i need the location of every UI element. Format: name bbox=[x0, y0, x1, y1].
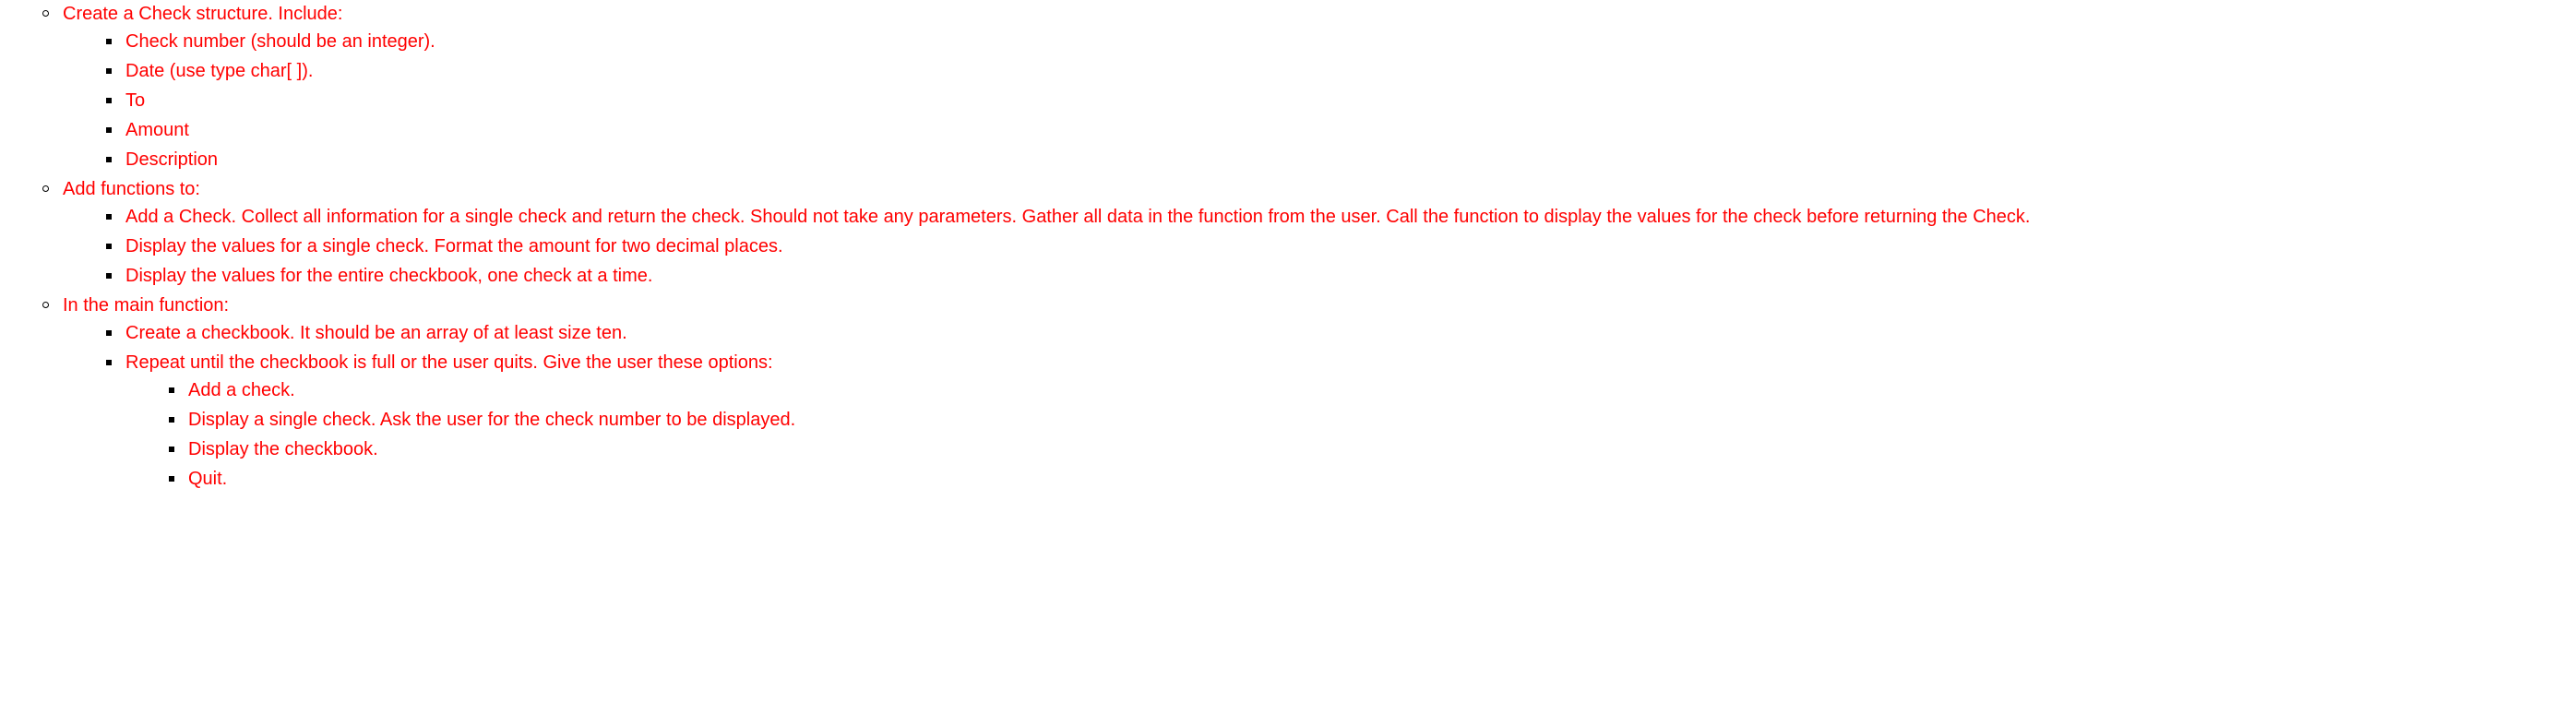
list-item: Create a checkbook. It should be an arra… bbox=[100, 319, 2576, 347]
list-item-text: Display the values for the entire checkb… bbox=[125, 266, 652, 286]
list-item: Display the checkbook. bbox=[162, 435, 2576, 463]
list-item-text: Amount bbox=[125, 120, 189, 140]
list-item: To bbox=[100, 87, 2576, 114]
list-item-text: Create a Check structure. Include: bbox=[63, 4, 342, 24]
list-item-text: Create a checkbook. It should be an arra… bbox=[125, 323, 627, 343]
list-item: Amount bbox=[100, 116, 2576, 144]
outline-list: Create a Check structure. Include: Check… bbox=[0, 0, 2576, 493]
list-item: Quit. bbox=[162, 465, 2576, 493]
list-item: Add functions to: Add a Check. Collect a… bbox=[37, 175, 2576, 290]
list-item-text: Display the values for a single check. F… bbox=[125, 236, 783, 256]
list-item-text: Repeat until the checkbook is full or th… bbox=[125, 352, 773, 373]
list-item: Date (use type char[ ]). bbox=[100, 57, 2576, 85]
list-item-text: In the main function: bbox=[63, 295, 229, 316]
list-item: Add a Check. Collect all information for… bbox=[100, 203, 2576, 231]
list-item-text: Check number (should be an integer). bbox=[125, 31, 435, 52]
sub-list: Add a Check. Collect all information for… bbox=[63, 203, 2576, 290]
list-item-text: Add a Check. Collect all information for… bbox=[125, 207, 2030, 227]
list-item: Check number (should be an integer). bbox=[100, 28, 2576, 55]
list-item: In the main function: Create a checkbook… bbox=[37, 292, 2576, 493]
sub-list: Create a checkbook. It should be an arra… bbox=[63, 319, 2576, 493]
sub-list: Add a check. Display a single check. Ask… bbox=[125, 376, 2576, 493]
list-item: Display the values for the entire checkb… bbox=[100, 262, 2576, 290]
list-item-text: To bbox=[125, 90, 145, 111]
list-item: Description bbox=[100, 146, 2576, 173]
list-item-text: Quit. bbox=[188, 469, 227, 489]
list-item-text: Description bbox=[125, 149, 218, 170]
list-item: Add a check. bbox=[162, 376, 2576, 404]
list-item-text: Date (use type char[ ]). bbox=[125, 61, 313, 81]
list-item-text: Add functions to: bbox=[63, 179, 200, 199]
list-item-text: Display the checkbook. bbox=[188, 439, 378, 459]
list-item: Repeat until the checkbook is full or th… bbox=[100, 349, 2576, 493]
list-item: Display a single check. Ask the user for… bbox=[162, 406, 2576, 434]
list-item-text: Display a single check. Ask the user for… bbox=[188, 410, 795, 430]
list-item: Display the values for a single check. F… bbox=[100, 232, 2576, 260]
list-item-text: Add a check. bbox=[188, 380, 295, 400]
sub-list: Check number (should be an integer). Dat… bbox=[63, 28, 2576, 173]
list-item: Create a Check structure. Include: Check… bbox=[37, 0, 2576, 173]
